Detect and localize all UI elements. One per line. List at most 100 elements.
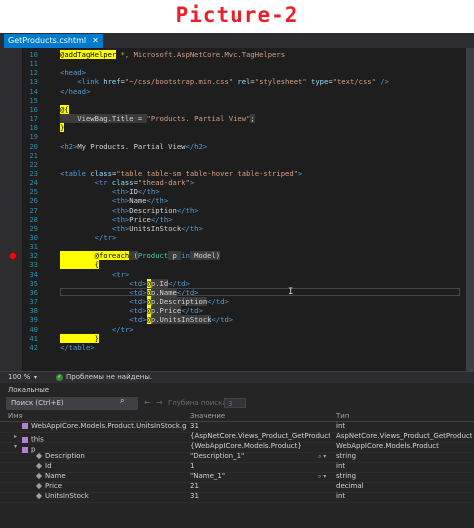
code-text: <th>Description</th> <box>60 205 199 215</box>
code-line[interactable]: 34 <tr> <box>0 270 466 279</box>
search-icon[interactable]: ⌕ <box>120 396 124 406</box>
locals-value-cell[interactable]: "Name_1" <box>190 472 330 482</box>
locals-value-cell[interactable]: {WebAppICore.Models.Product} <box>190 442 330 452</box>
code-line[interactable]: 23 <table class="table table-sm table-hov… <box>0 169 466 178</box>
expand-arrow-icon[interactable]: ▾ <box>14 442 22 452</box>
code-line[interactable]: 31 <box>0 242 466 251</box>
locals-value-cell[interactable]: 31 <box>190 422 330 432</box>
locals-value-cell[interactable]: 1 <box>190 462 330 472</box>
locals-row[interactable]: ▾ p {WebAppICore.Models.Product} WebAppICor… <box>0 442 474 454</box>
editor-vertical-scrollbar[interactable] <box>466 48 474 371</box>
locals-value-cell[interactable]: {AspNetCore.Views_Product_GetProducts} <box>190 432 330 442</box>
code-text: } <box>60 333 99 343</box>
code-line[interactable]: 40 </tr> <box>0 325 466 334</box>
code-line[interactable]: 14 </head> <box>0 87 466 96</box>
locals-type-cell: WebAppICore.Models.Product <box>336 442 439 450</box>
picture-title-banner: Picture-2 <box>0 0 474 32</box>
locals-row[interactable]: UnitsInStock 31 int <box>0 492 474 503</box>
line-number: 11 <box>29 59 38 69</box>
code-text: </head> <box>60 86 91 96</box>
code-line[interactable]: 17 ViewBag.Title = "Products. Partial Vi… <box>0 114 466 124</box>
text-cursor-icon: I <box>288 286 294 297</box>
code-text: <th>Name</th> <box>60 196 169 206</box>
locals-row[interactable]: WebAppICore.Models.Product.UnitsInStock.… <box>0 422 474 433</box>
code-line[interactable]: 32 @foreach (Product p in Model) <box>0 251 466 261</box>
locals-type-cell: int <box>336 422 346 430</box>
line-number: 12 <box>29 68 38 78</box>
locals-name-cell: Name <box>28 472 186 482</box>
text-visualizer-icon[interactable]: ⌕ ▾ <box>318 472 326 482</box>
code-line[interactable]: 24 <tr class="thead-dark"> <box>0 178 466 187</box>
line-number: 20 <box>29 141 38 151</box>
arrow-right-icon[interactable]: → <box>156 398 163 407</box>
locals-type-cell: string <box>336 472 357 480</box>
arrow-left-icon[interactable]: ← <box>144 398 151 407</box>
code-line[interactable]: 30 </tr> <box>0 233 466 242</box>
code-line[interactable]: 39 <td>@p.UnitsInStock</td> <box>0 315 466 325</box>
line-number: 14 <box>29 86 38 96</box>
line-number: 17 <box>29 114 38 124</box>
code-text: <head> <box>60 68 86 78</box>
code-text: @addTagHelper *, Microsoft.AspNetCore.Mv… <box>60 50 286 59</box>
line-number: 18 <box>29 123 38 133</box>
locals-row[interactable]: Price 21 decimal <box>0 482 474 493</box>
code-line[interactable]: 12 <head> <box>0 68 466 77</box>
code-line[interactable]: 10 @addTagHelper *, Microsoft.AspNetCore.… <box>0 50 466 59</box>
code-line[interactable]: 38 <td>@p.Price</td> <box>0 306 466 316</box>
locals-value-cell[interactable]: "Description_1" <box>190 452 330 462</box>
zoom-level[interactable]: 100 % <box>8 372 30 383</box>
tab-getproducts[interactable]: GetProducts.cshtml ✕ <box>4 34 103 48</box>
code-line[interactable]: 27 <th>Description</th> <box>0 206 466 215</box>
locals-row[interactable]: Description "Description_1" ⌕ ▾ string <box>0 452 474 463</box>
code-line[interactable]: 29 <th>UnitsInStock</th> <box>0 224 466 233</box>
code-line[interactable]: 25 <th>ID</th> <box>0 187 466 196</box>
line-number: 29 <box>29 223 38 233</box>
locals-name-cell: WebAppICore.Models.Product.UnitsInStock.… <box>14 422 186 432</box>
code-line[interactable]: 42 </table> <box>0 343 466 352</box>
search-depth-select[interactable]: 3 <box>224 398 246 408</box>
locals-value-cell[interactable]: 31 <box>190 492 330 502</box>
close-icon[interactable]: ✕ <box>92 36 99 45</box>
column-header-value[interactable]: Значение <box>190 411 225 421</box>
picture-title: Picture-2 <box>175 3 299 27</box>
check-circle-icon: ✓ <box>56 374 63 381</box>
code-line[interactable]: 15 <box>0 96 466 105</box>
code-line[interactable]: 28 <th>Price</th> <box>0 215 466 224</box>
code-editor[interactable]: 10 @addTagHelper *, Microsoft.AspNetCore.… <box>0 48 466 371</box>
code-line[interactable]: 21 <box>0 151 466 160</box>
code-line[interactable]: 13 <link href="~/css/bootstrap.min.css" … <box>0 77 466 86</box>
code-line[interactable]: 16 @{ <box>0 104 466 114</box>
code-line[interactable]: 22 <box>0 160 466 169</box>
locals-value-cell[interactable]: 21 <box>190 482 330 492</box>
locals-row[interactable]: Id 1 int <box>0 462 474 473</box>
code-line[interactable]: 18} <box>0 123 466 133</box>
code-line[interactable]: 19 <box>0 132 466 141</box>
text-visualizer-icon[interactable]: ⌕ ▾ <box>318 452 326 462</box>
line-number: 23 <box>29 168 38 178</box>
code-line[interactable]: 11 <box>0 59 466 68</box>
code-line[interactable]: 20 <h2>My Products. Partial View</h2> <box>0 142 466 151</box>
line-number: 32 <box>29 251 38 261</box>
line-number: 30 <box>29 233 38 242</box>
column-header-name[interactable]: Имя <box>8 411 23 421</box>
code-text: <td>@p.Description</td> <box>60 297 229 307</box>
expand-arrow-icon[interactable]: ▸ <box>14 432 22 442</box>
code-text: } <box>60 123 65 133</box>
code-line[interactable]: 26 <th>Name</th> <box>0 196 466 205</box>
locals-row[interactable]: Name "Name_1" ⌕ ▾ string <box>0 472 474 483</box>
locals-search-input[interactable]: Поиск (Ctrl+E) <box>6 397 138 410</box>
issues-status[interactable]: Проблемы не найдены. <box>66 372 152 383</box>
line-number: 38 <box>29 306 38 316</box>
breakpoint-icon[interactable] <box>9 251 17 260</box>
line-number: 26 <box>29 196 38 206</box>
code-line[interactable]: 35 <td>@p.Id</td> <box>0 278 466 288</box>
code-line[interactable]: 33 { <box>0 260 466 270</box>
line-number: 15 <box>29 95 38 105</box>
code-line[interactable]: 41 } <box>0 333 466 343</box>
chevron-down-icon[interactable]: ▾ <box>34 372 37 383</box>
column-header-type[interactable]: Тип <box>336 411 349 421</box>
locals-type-cell: AspNetCore.Views_Product_GetProducts <box>336 432 472 440</box>
code-text: @foreach (Product p in Model) <box>60 251 221 261</box>
locals-row[interactable]: ▸ this {AspNetCore.Views_Product_GetProduc… <box>0 432 474 444</box>
code-line[interactable]: 37 <td>@p.Description</td> <box>0 297 466 307</box>
